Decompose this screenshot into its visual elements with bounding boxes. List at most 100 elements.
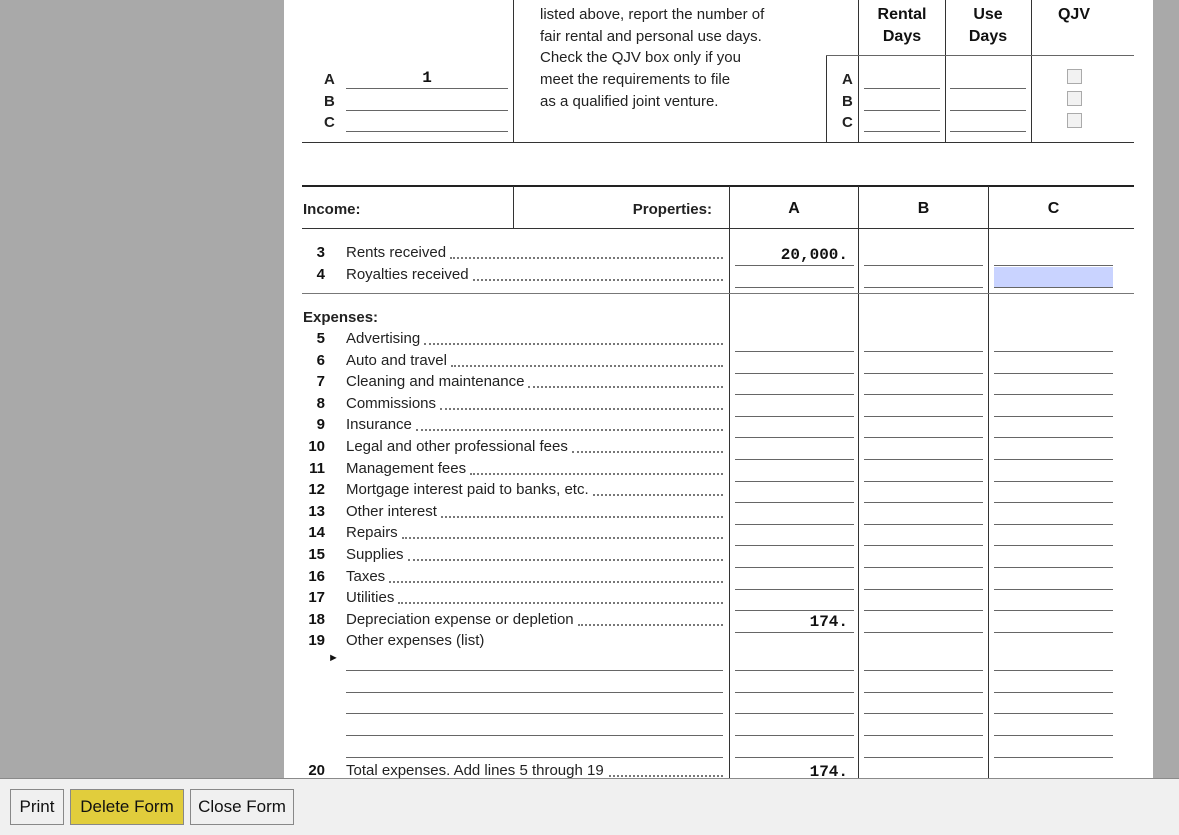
line-label: Rents received [346,244,447,261]
amount-field-b[interactable] [864,631,983,633]
amount-field-a[interactable] [735,480,854,482]
rental-days-a-field[interactable] [864,88,940,89]
amount-field-b[interactable] [864,545,983,547]
leader-dots [472,278,723,281]
leader-dots [571,450,723,453]
line-label: Supplies [346,546,404,563]
amount-field-c[interactable] [994,523,1113,525]
property-type-b-field[interactable] [346,110,508,111]
line-label: Taxes [346,567,386,585]
instruction-line-1: listed above, report the number of [540,6,765,23]
qjv-checkbox-b[interactable] [1067,91,1082,106]
print-button[interactable]: Print [10,789,64,825]
amount-field-c[interactable] [994,415,1113,417]
property-type-a-value[interactable]: 1 [346,69,508,87]
personal-days-b-field[interactable] [950,110,1026,111]
amount-field-c[interactable] [994,372,1113,374]
amount-field-c[interactable] [994,437,1113,439]
other-expense-description-field[interactable] [346,692,723,693]
delete-form-button[interactable]: Delete Form [70,789,184,825]
line-number: 12 [308,481,325,499]
amount-field-c[interactable] [994,351,1113,352]
amount-field-b[interactable] [864,351,983,352]
amount-field-a[interactable] [735,265,854,266]
amount-field-a[interactable] [735,372,854,374]
amount-field-c[interactable] [994,631,1113,633]
rental-days-c-field[interactable] [864,131,940,132]
amount-field-a[interactable] [735,415,854,417]
amount-field-a[interactable] [735,631,854,633]
close-form-button[interactable]: Close Form [190,789,294,825]
amount-field-a[interactable] [735,286,854,288]
amount-field-b[interactable] [864,567,983,568]
property-type-a-field[interactable] [346,88,508,89]
leader-dots [415,428,723,432]
amount-field-c[interactable] [994,610,1113,612]
other-expense-amount-field[interactable] [864,670,983,671]
other-expense-description-field[interactable] [346,735,723,736]
qjv-checkbox-a[interactable] [1067,69,1082,84]
amount-field-b[interactable] [864,372,983,374]
rental-days-b-field[interactable] [864,110,940,111]
amount-field-b[interactable] [864,286,983,288]
other-expense-amount-field[interactable] [864,757,983,758]
other-expense-amount-field[interactable] [735,670,854,671]
other-expense-amount-field[interactable] [994,670,1113,671]
qjv-checkbox-c[interactable] [1067,113,1082,128]
personal-days-c-field[interactable] [950,131,1026,132]
amount-field-c[interactable] [994,502,1113,504]
amount-value-a: 20,000. [780,246,848,264]
amount-field-b[interactable] [864,480,983,482]
other-expense-amount-field[interactable] [994,713,1113,714]
amount-field-a[interactable] [735,437,854,439]
properties-label: Properties: [632,201,712,218]
amount-field-b[interactable] [864,610,983,612]
amount-field-b[interactable] [864,415,983,417]
expenses-label: Expenses: [303,309,379,326]
amount-field-a[interactable] [735,459,854,460]
property-type-c-field[interactable] [346,131,508,132]
amount-field-c[interactable] [994,545,1113,547]
other-expense-amount-field[interactable] [864,713,983,714]
other-expense-description-field[interactable] [346,713,723,714]
amount-field-a[interactable] [735,588,854,590]
line-label: Other expenses (list) [346,632,485,650]
other-expense-description-field[interactable] [346,757,723,758]
other-expense-amount-field[interactable] [994,757,1113,758]
other-expense-amount-field[interactable] [735,713,854,714]
other-expense-description-field[interactable] [346,670,723,671]
amount-field-b[interactable] [864,265,983,266]
amount-field-b[interactable] [864,502,983,504]
amount-field-a[interactable] [735,545,854,547]
amount-field-c[interactable] [994,567,1113,568]
amount-field-b[interactable] [864,437,983,439]
personal-days-a-field[interactable] [950,88,1026,89]
amount-field-c[interactable] [994,394,1113,396]
other-expense-amount-field[interactable] [994,692,1113,693]
divider-line [826,56,827,142]
amount-field-a[interactable] [735,502,854,504]
amount-field-c[interactable] [994,480,1113,482]
amount-field-c[interactable] [994,459,1113,460]
viewer-scrollbar-track[interactable] [1153,0,1179,778]
amount-field-a[interactable] [735,351,854,352]
amount-field-c[interactable] [994,286,1113,288]
amount-field-a[interactable] [735,567,854,568]
amount-field-a[interactable] [735,523,854,525]
amount-field-b[interactable] [864,523,983,525]
amount-field-b[interactable] [864,394,983,396]
other-expense-amount-field[interactable] [735,692,854,693]
amount-field-b[interactable] [864,459,983,460]
amount-field-a[interactable] [735,394,854,396]
other-expense-amount-field[interactable] [735,757,854,758]
amount-field-a[interactable] [735,610,854,612]
line-number: 4 [316,265,325,283]
other-expense-amount-field[interactable] [864,692,983,693]
active-field-highlight[interactable] [994,266,1113,287]
amount-field-b[interactable] [864,588,983,590]
other-expense-amount-field[interactable] [864,735,983,736]
other-expense-amount-field[interactable] [994,735,1113,736]
amount-field-c[interactable] [994,588,1113,590]
leader-dots [401,536,723,540]
other-expense-amount-field[interactable] [735,735,854,736]
